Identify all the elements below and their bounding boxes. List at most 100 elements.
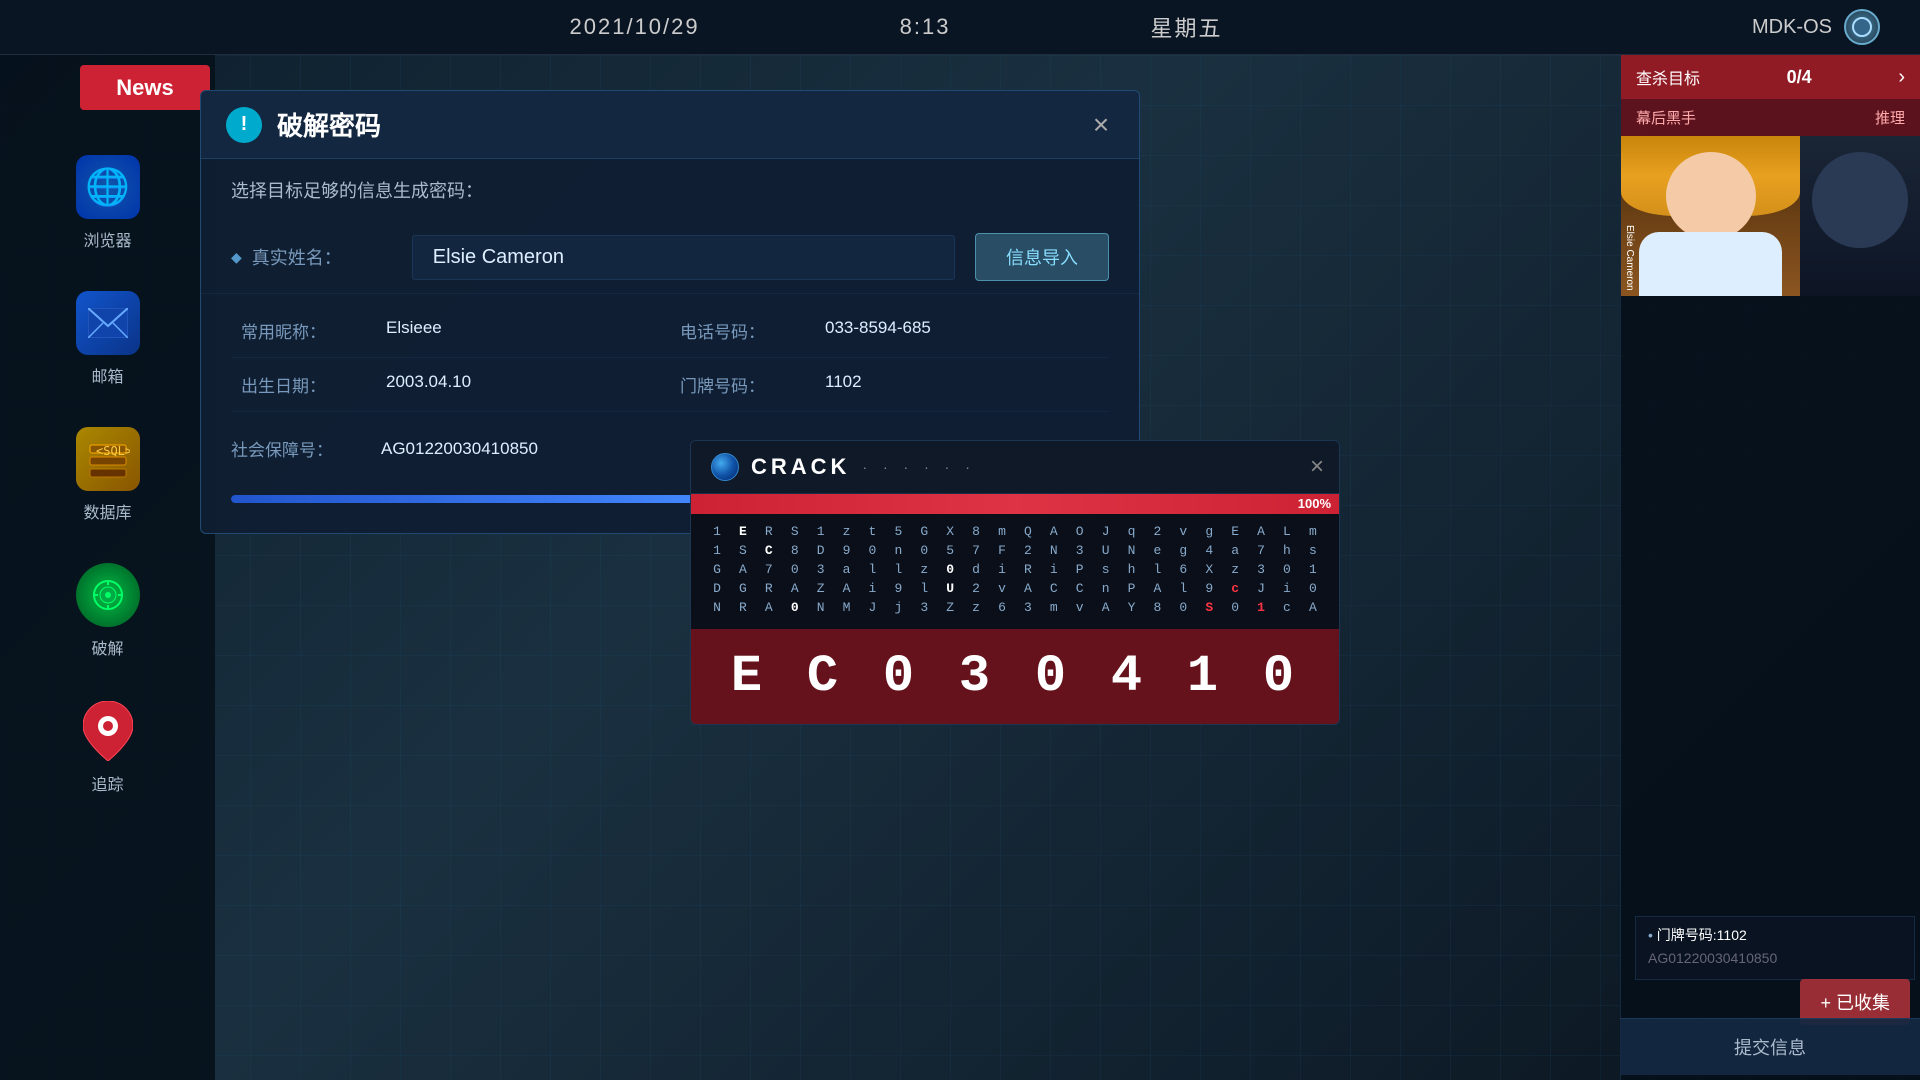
matrix-cell: E <box>732 524 754 539</box>
matrix-cell: a <box>836 562 858 577</box>
mail-label: 邮箱 <box>91 363 123 387</box>
right-panel-header: 查杀目标 0/4 › <box>1621 55 1920 99</box>
matrix-cell: A <box>1250 524 1272 539</box>
matrix-cell: 0 <box>784 600 806 615</box>
matrix-cell: a <box>1224 543 1246 558</box>
matrix-cell: 9 <box>1198 581 1220 596</box>
ssn-bg-text: AG01220030410850 <box>1648 950 1777 966</box>
crack-progress-label: 100% <box>1298 496 1331 511</box>
matrix-cell: S <box>784 524 806 539</box>
mail-icon <box>76 291 140 355</box>
matrix-cell: 0 <box>939 562 961 577</box>
ssn-bg-display: AG01220030410850 <box>1648 950 1902 966</box>
matrix-cell: v <box>1172 524 1194 539</box>
import-button[interactable]: 信息导入 <box>975 233 1109 281</box>
crack-result: EC030410 <box>691 629 1339 724</box>
matrix-cell: 2 <box>1017 543 1039 558</box>
submit-button[interactable]: 提交信息 <box>1620 1018 1920 1075</box>
matrix-row-2: GA703allz0diRiPshl6Xz301 <box>706 562 1324 577</box>
matrix-cell: S <box>732 543 754 558</box>
crack-close-button[interactable]: × <box>1310 453 1324 481</box>
matrix-cell: l <box>887 562 909 577</box>
progress-bar-fill <box>231 495 714 503</box>
birthday-value: 2003.04.10 <box>386 372 471 397</box>
top-bar-right: MDK-OS <box>1752 9 1880 45</box>
right-panel-count: 0/4 <box>1787 67 1812 88</box>
hack-label: 破解 <box>91 635 123 659</box>
matrix-cell: X <box>1198 562 1220 577</box>
matrix-cell: 9 <box>836 543 858 558</box>
matrix-cell: Q <box>1017 524 1039 539</box>
matrix-cell: 3 <box>1250 562 1272 577</box>
matrix-cell: N <box>1043 543 1065 558</box>
matrix-cell: 3 <box>1069 543 1091 558</box>
crack-result-char-6: 1 <box>1187 647 1223 706</box>
left-sidebar: 🌐 浏览器 邮箱 <SQL> 数据库 <box>0 55 215 1080</box>
matrix-cell: c <box>1276 600 1298 615</box>
matrix-cell: 9 <box>887 581 909 596</box>
date-display: 2021/10/29 <box>570 14 700 40</box>
matrix-cell: F <box>991 543 1013 558</box>
matrix-cell: 0 <box>913 543 935 558</box>
matrix-cell: A <box>1095 600 1117 615</box>
matrix-cell: 6 <box>991 600 1013 615</box>
door-info-row: • 门牌号码:1102 <box>1648 925 1902 945</box>
news-badge[interactable]: News <box>80 65 210 110</box>
phone-value: 033-8594-685 <box>825 318 931 343</box>
matrix-cell: D <box>810 543 832 558</box>
matrix-row-1: 1SC8D90n057F2N3UNeg4a7hs <box>706 543 1324 558</box>
phone-label: 电话号码： <box>680 318 810 343</box>
sidebar-item-hack[interactable]: 破解 <box>76 563 140 659</box>
matrix-cell: 3 <box>810 562 832 577</box>
matrix-cell: h <box>1276 543 1298 558</box>
matrix-cell: P <box>1069 562 1091 577</box>
db-label: 数据库 <box>83 499 131 523</box>
system-label: MDK-OS <box>1752 16 1832 39</box>
right-panel-expand[interactable]: › <box>1898 66 1905 89</box>
matrix-cell: N <box>706 600 728 615</box>
crack-dots: · · · · · · <box>862 459 975 475</box>
matrix-cell: j <box>887 600 909 615</box>
right-panel-title: 查杀目标 <box>1636 65 1700 89</box>
matrix-cell: J <box>1095 524 1117 539</box>
matrix-cell: 8 <box>1146 600 1168 615</box>
matrix-cell: 8 <box>965 524 987 539</box>
dialog-close-button[interactable]: × <box>1083 107 1119 143</box>
sidebar-item-db[interactable]: <SQL> 数据库 <box>76 427 140 523</box>
matrix-cell: m <box>1043 600 1065 615</box>
browser-label: 浏览器 <box>83 227 131 251</box>
matrix-cell: G <box>913 524 935 539</box>
matrix-cell: 6 <box>1172 562 1194 577</box>
matrix-cell: C <box>1043 581 1065 596</box>
matrix-cell: R <box>758 581 780 596</box>
sidebar-item-track[interactable]: 追踪 <box>76 699 140 795</box>
crack-header: CRACK · · · · · · × <box>691 441 1339 494</box>
matrix-cell: 1 <box>706 543 728 558</box>
birthday-cell: 出生日期： 2003.04.10 <box>231 358 670 412</box>
dialog-info-icon: ! <box>226 107 262 143</box>
matrix-cell: Z <box>939 600 961 615</box>
matrix-cell: A <box>1043 524 1065 539</box>
matrix-cell: L <box>1276 524 1298 539</box>
matrix-cell: z <box>965 600 987 615</box>
phone-cell: 电话号码： 033-8594-685 <box>670 304 1109 358</box>
crack-result-char-2: 0 <box>883 647 919 706</box>
matrix-cell: m <box>1302 524 1324 539</box>
matrix-cell: i <box>1276 581 1298 596</box>
matrix-cell: h <box>1121 562 1143 577</box>
matrix-cell: n <box>887 543 909 558</box>
sidebar-item-mail[interactable]: 邮箱 <box>76 291 140 387</box>
matrix-cell: i <box>1043 562 1065 577</box>
right-sub-title: 幕后黑手 <box>1636 107 1696 128</box>
matrix-cell: 2 <box>965 581 987 596</box>
real-name-value[interactable]: Elsie Cameron <box>412 235 955 280</box>
reasoning-button[interactable]: 推理 <box>1875 107 1905 128</box>
matrix-cell: l <box>1172 581 1194 596</box>
matrix-cell: N <box>1121 543 1143 558</box>
track-label: 追踪 <box>91 771 123 795</box>
news-badge-text: News <box>116 75 173 101</box>
matrix-row-4: NRA0NMJj3Zz63mvAY80S01cA <box>706 600 1324 615</box>
sidebar-item-browser[interactable]: 🌐 浏览器 <box>76 155 140 251</box>
matrix-cell: 0 <box>1302 581 1324 596</box>
day-display: 星期五 <box>1150 11 1222 43</box>
